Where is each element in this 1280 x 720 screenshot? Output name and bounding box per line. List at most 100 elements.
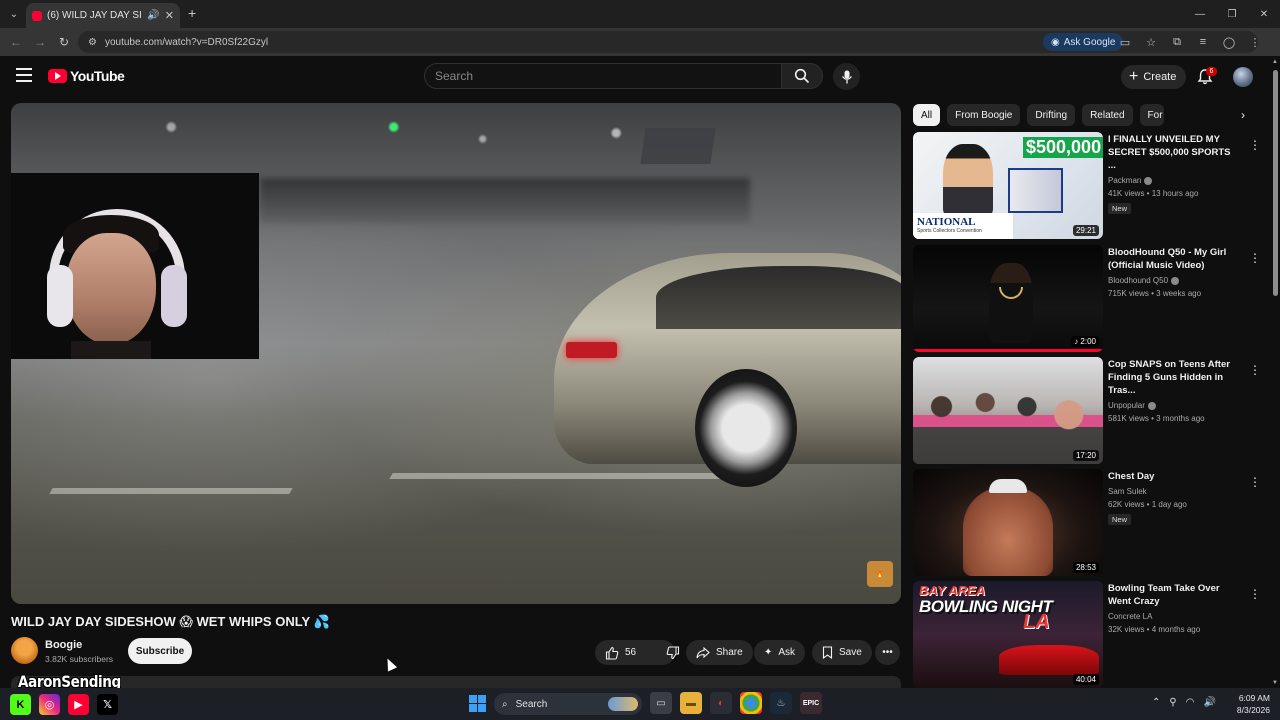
recommendation-channel[interactable]: Bloodhound Q50 <box>1108 276 1168 285</box>
chip-related[interactable]: Related <box>1082 104 1133 126</box>
recommendation-thumbnail[interactable]: $500,000 NATIONAL Sports Collectors Conve… <box>913 132 1103 239</box>
minimize-button[interactable]: — <box>1184 0 1216 28</box>
back-button[interactable]: ← <box>4 30 28 54</box>
more-vertical-icon[interactable]: ⋮ <box>1249 251 1261 265</box>
more-vertical-icon[interactable]: ⋮ <box>1249 363 1261 377</box>
taskbar-search-label: Search <box>515 698 548 710</box>
extensions-icon[interactable]: ⧉ <box>1169 33 1185 51</box>
share-icon <box>696 646 710 658</box>
recommendation-channel[interactable]: Sam Sulek <box>1108 487 1147 496</box>
recommendation-item[interactable]: BAY AREA BOWLING NIGHT LA 40:04 Bowling … <box>913 581 1268 689</box>
sparkle-icon: ✦ <box>764 647 773 658</box>
app-icon[interactable]: ◐ <box>710 692 732 714</box>
create-button[interactable]: + Create <box>1121 65 1187 89</box>
streamer-face <box>66 233 156 345</box>
more-vertical-icon[interactable]: ⋮ <box>1249 138 1261 152</box>
epic-games-icon[interactable]: EPIC <box>800 692 822 714</box>
recommendation-title[interactable]: Chest Day <box>1108 470 1238 483</box>
file-explorer-icon[interactable]: ▬ <box>680 692 702 714</box>
dislike-button[interactable] <box>656 640 688 665</box>
reload-button[interactable]: ↻ <box>52 30 76 54</box>
steam-icon[interactable]: ♨ <box>770 692 792 714</box>
recommendation-title[interactable]: Cop SNAPS on Teens After Finding 5 Guns … <box>1108 358 1238 397</box>
scrollbar-thumb[interactable] <box>1273 70 1278 296</box>
browser-menu-icon[interactable]: ⋮ <box>1247 33 1263 51</box>
recommendation-thumbnail[interactable]: ♪ 2:00 <box>913 245 1103 352</box>
channel-name[interactable]: Boogie <box>45 639 82 651</box>
chip-from-boogie[interactable]: From Boogie <box>947 104 1021 126</box>
verified-icon <box>1147 401 1156 410</box>
search-input[interactable] <box>435 69 781 83</box>
chip-for-you[interactable]: For <box>1139 104 1164 126</box>
ask-google-button[interactable]: ◉ Ask Google <box>1043 33 1124 51</box>
channel-avatar[interactable] <box>11 637 38 664</box>
volume-icon[interactable]: 🔊 <box>1203 697 1215 708</box>
browser-tabbar: ⌄ (6) WILD JAY DAY SIDESHOW 🔊 ✕ + — ❐ ✕ <box>0 0 1280 28</box>
chips-next-arrow-icon[interactable]: › <box>1234 104 1252 126</box>
page-scrollbar[interactable]: ▲ ▼ <box>1270 56 1280 688</box>
video-player[interactable]: 🔥 <box>11 103 901 604</box>
new-tab-button[interactable]: + <box>188 5 196 21</box>
subscribe-button[interactable]: Subscribe <box>128 638 192 664</box>
menu-hamburger-icon[interactable] <box>16 68 32 82</box>
description-box[interactable]: ago <box>11 676 901 688</box>
task-view-icon[interactable]: ▭ <box>650 692 672 714</box>
site-info-icon[interactable]: ⚙ <box>88 37 97 48</box>
recommendation-item[interactable]: ♪ 2:00 BloodHound Q50 - My Girl (Officia… <box>913 245 1268 353</box>
ask-button[interactable]: ✦ Ask <box>754 640 806 665</box>
taskbar-search[interactable]: ⌕ Search <box>494 693 642 715</box>
wifi-icon[interactable]: ◠ <box>1186 697 1195 708</box>
recommendation-stats: 62K views • 1 day ago <box>1108 500 1187 509</box>
profile-icon[interactable]: ◯ <box>1221 33 1237 51</box>
recommendation-title[interactable]: Bowling Team Take Over Went Crazy <box>1108 582 1238 608</box>
recommendation-thumbnail[interactable]: 17:20 <box>913 357 1103 464</box>
recommendation-stats: 41K views • 13 hours ago <box>1108 189 1199 198</box>
media-controls-icon[interactable]: ≡ <box>1195 33 1211 51</box>
more-vertical-icon[interactable]: ⋮ <box>1249 587 1261 601</box>
thumbnail-money-text: $500,000 <box>1023 137 1103 158</box>
scroll-down-icon[interactable]: ▼ <box>1272 680 1278 686</box>
chip-drifting[interactable]: Drifting <box>1027 104 1076 126</box>
channel-watermark-icon[interactable]: 🔥 <box>867 561 893 587</box>
share-label: Share <box>716 647 743 658</box>
create-label: Create <box>1143 71 1177 83</box>
recommendation-item[interactable]: 28:53 Chest Day Sam Sulek 62K views • 1 … <box>913 469 1268 577</box>
location-icon[interactable]: ⚲ <box>1169 697 1176 708</box>
restore-button[interactable]: ❐ <box>1216 0 1248 28</box>
search-box[interactable] <box>424 63 782 89</box>
audio-playing-icon[interactable]: 🔊 <box>147 10 159 21</box>
windows-start-icon[interactable] <box>469 695 486 712</box>
recommendation-thumbnail[interactable]: BAY AREA BOWLING NIGHT LA 40:04 <box>913 581 1103 688</box>
recommendation-channel[interactable]: Concrete LA <box>1108 612 1152 621</box>
account-avatar[interactable] <box>1233 67 1253 87</box>
chip-all[interactable]: All <box>913 104 941 126</box>
youtube-logo[interactable]: YouTube <box>48 68 125 84</box>
taskbar-clock[interactable]: 6:09 AM 8/3/2026 <box>1230 692 1270 716</box>
cast-icon[interactable]: ▭ <box>1117 33 1133 51</box>
close-window-button[interactable]: ✕ <box>1248 0 1280 28</box>
like-button[interactable]: 56 <box>595 640 644 665</box>
video-duration: 28:53 <box>1072 562 1099 573</box>
chrome-icon[interactable] <box>740 692 762 714</box>
tray-overflow-icon[interactable]: ⌃ <box>1152 697 1160 708</box>
save-button[interactable]: Save <box>812 640 872 665</box>
recommendation-channel[interactable]: Packman <box>1108 176 1141 185</box>
recommendation-thumbnail[interactable]: 28:53 <box>913 469 1103 576</box>
recommendation-item[interactable]: $500,000 NATIONAL Sports Collectors Conve… <box>913 132 1268 240</box>
recommendation-channel[interactable]: Unpopular <box>1108 401 1145 410</box>
verified-icon <box>1144 176 1153 185</box>
recommendation-title[interactable]: BloodHound Q50 - My Girl (Official Music… <box>1108 246 1238 272</box>
share-button[interactable]: Share <box>686 640 753 665</box>
search-button[interactable] <box>781 63 823 89</box>
voice-search-button[interactable] <box>833 63 860 90</box>
recommendation-title[interactable]: I FINALLY UNVEILED MY SECRET $500,000 SP… <box>1108 133 1238 172</box>
bookmark-star-icon[interactable]: ☆ <box>1143 33 1159 51</box>
close-tab-icon[interactable]: ✕ <box>165 9 174 22</box>
more-actions-button[interactable]: ••• <box>875 640 900 665</box>
scroll-up-icon[interactable]: ▲ <box>1272 59 1278 65</box>
browser-tab-active[interactable]: (6) WILD JAY DAY SIDESHOW 🔊 ✕ <box>26 3 180 28</box>
forward-button[interactable]: → <box>28 30 52 54</box>
tab-search-icon[interactable]: ⌄ <box>6 6 22 22</box>
more-vertical-icon[interactable]: ⋮ <box>1249 475 1261 489</box>
recommendation-item[interactable]: 17:20 Cop SNAPS on Teens After Finding 5… <box>913 357 1268 465</box>
